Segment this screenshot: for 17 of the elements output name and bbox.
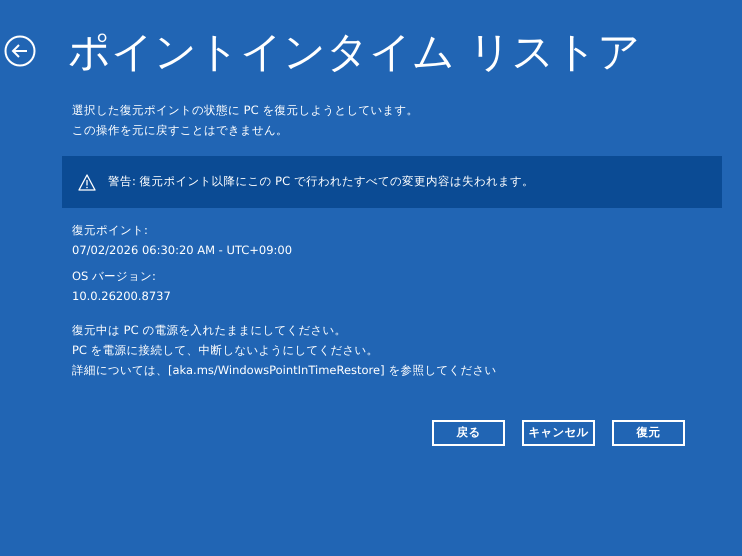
intro-text: 選択した復元ポイントの状態に PC を復元しようとしています。 xyxy=(72,102,420,119)
detail-label: OS バージョン: xyxy=(72,268,157,285)
warning-icon xyxy=(78,174,96,190)
page-title: ポイントインタイム リストア xyxy=(68,26,640,78)
dialog-button[interactable]: キャンセル xyxy=(522,420,595,446)
detail-value: 07/02/2026 06:30:20 AM - UTC+09:00 xyxy=(72,242,294,259)
note-text: 復元中は PC の電源を入れたままにしてください。 xyxy=(72,322,348,339)
detail-value: 10.0.26200.8737 xyxy=(72,288,172,305)
dialog-button[interactable]: 戻る xyxy=(432,420,505,446)
note-text: 詳細については、[aka.ms/WindowsPointInTimeRestore] を参照してください xyxy=(72,362,498,379)
note-text: PC を電源に接続して、中断しないようにしてください。 xyxy=(72,342,380,359)
intro-text: この操作を元に戻すことはできません。 xyxy=(72,122,289,139)
back-icon xyxy=(4,35,36,67)
warning-text: 警告: 復元ポイント以降にこの PC で行われたすべての変更内容は失われます。 xyxy=(108,173,534,190)
back-button[interactable] xyxy=(4,35,36,67)
detail-label: 復元ポイント: xyxy=(72,222,149,239)
dialog-button[interactable]: 復元 xyxy=(612,420,685,446)
